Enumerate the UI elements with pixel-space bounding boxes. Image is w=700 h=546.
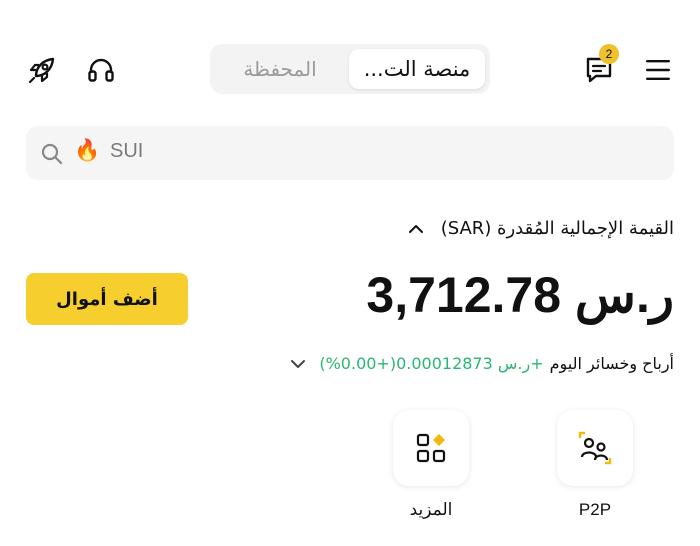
add-funds-button[interactable]: أضف أموال [26,273,188,325]
pnl-value: +ر.س 0.00012873(+0.00%) [319,354,544,373]
more-label: المزيد [409,500,453,520]
p2p-users-icon [578,431,612,465]
rocket-icon[interactable] [24,52,60,88]
fire-icon: 🔥 [74,138,101,162]
estimated-value-label[interactable]: القيمة الإجمالية المُقدرة (SAR) [407,218,674,239]
p2p-label: P2P [578,500,612,519]
chevron-up-icon [408,225,423,233]
pnl-label: أرباح وخسائر اليوم [549,354,674,373]
estimated-value-text: القيمة الإجمالية المُقدرة (SAR) [440,218,674,239]
hamburger-menu-icon[interactable] [640,54,676,86]
notification-count-badge: 2 [599,44,619,64]
todays-pnl[interactable]: أرباح وخسائر اليوم +ر.س 0.00012873(+0.00… [289,354,674,373]
search-placeholder: SUI [110,140,144,162]
more-grid-icon [416,433,446,463]
chevron-down-icon [291,359,306,368]
p2p-shortcut[interactable] [557,410,633,486]
search-icon [38,140,66,168]
total-balance-amount: ر.س 3,712.78 [366,267,674,323]
more-shortcut[interactable] [393,410,469,486]
tab-wallet[interactable]: المحفظة [215,49,345,89]
headset-icon[interactable] [84,52,118,88]
tab-exchange[interactable]: منصة الت... [349,49,485,89]
